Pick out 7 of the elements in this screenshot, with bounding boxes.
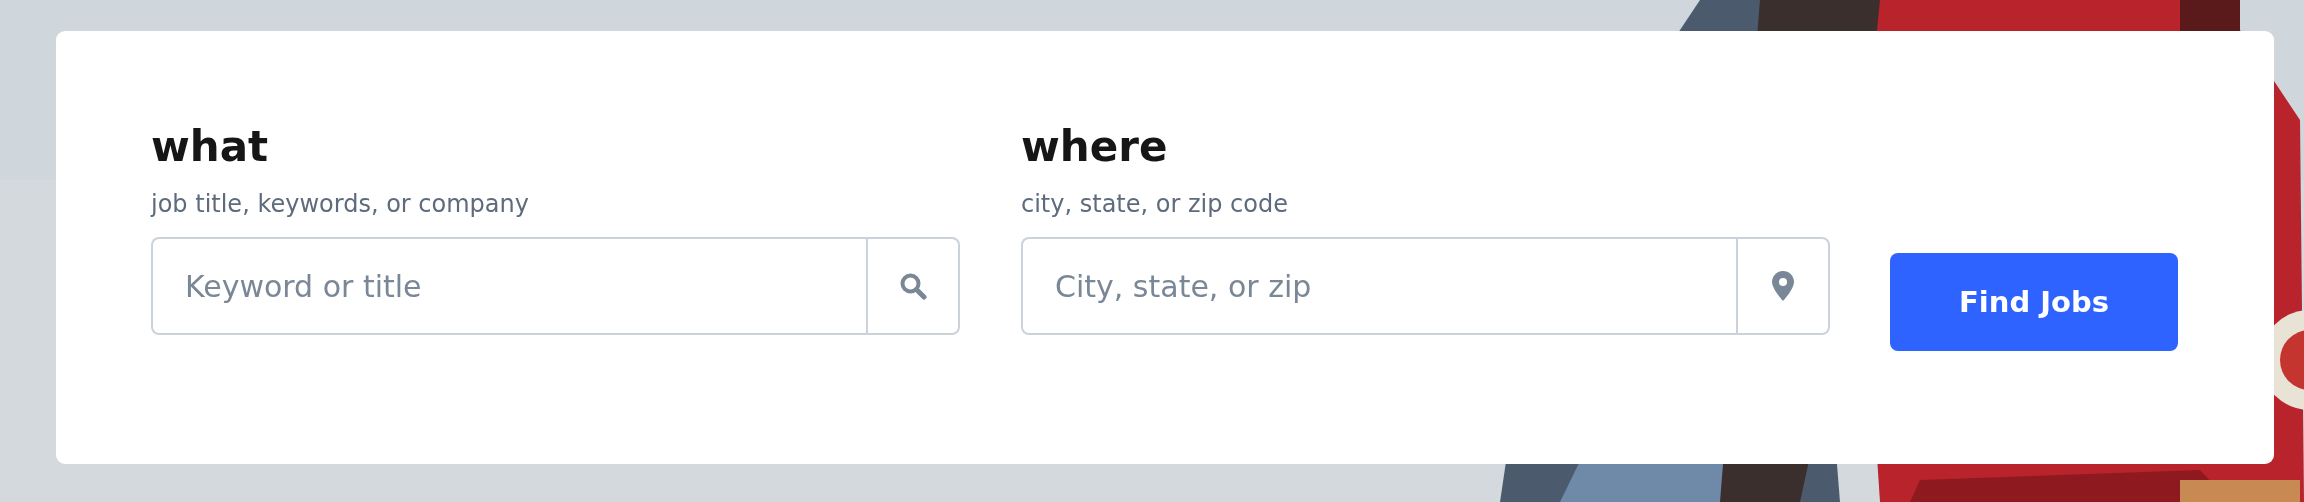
field-hint: job title, keywords, or company (151, 189, 530, 219)
keyword-field[interactable]: Keyword or title (151, 237, 866, 335)
find-jobs-button[interactable]: Find Jobs (1890, 253, 2178, 351)
field-hint: city, state, or zip code (1021, 189, 1289, 219)
field-label: what (151, 121, 270, 173)
field-label: where (1021, 121, 1169, 173)
location-field[interactable]: City, state, or zip (1021, 237, 1736, 335)
